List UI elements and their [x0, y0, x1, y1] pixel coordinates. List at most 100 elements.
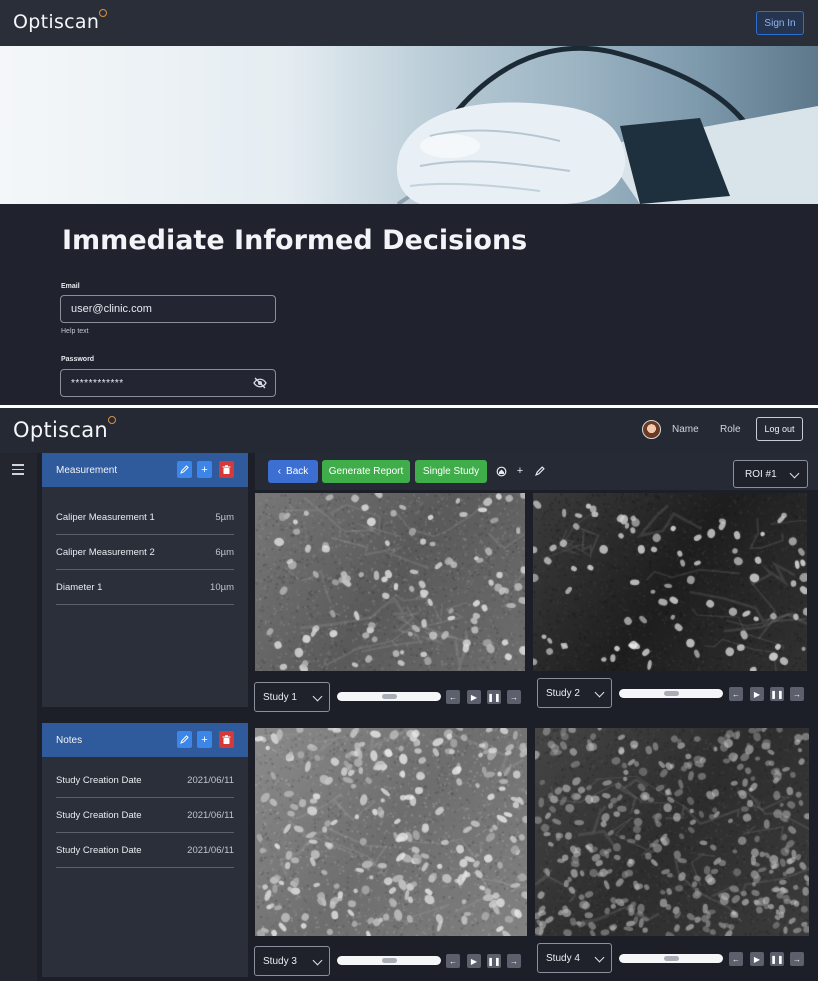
- login-screen: Optiscan Sign In Immediate Informed Deci…: [0, 0, 818, 405]
- study-image-3[interactable]: [255, 728, 527, 936]
- list-item[interactable]: Caliper Measurement 1 5µm: [56, 500, 234, 535]
- study-viewer-app: Optiscan Name Role Log out Measurement +…: [0, 408, 818, 981]
- app-header: Optiscan Name Role Log out: [0, 408, 818, 453]
- logo-text-accent: scan: [58, 418, 109, 442]
- pause-button[interactable]: ❚❚: [487, 690, 501, 704]
- microscopy-image: [255, 493, 525, 671]
- sign-in-button[interactable]: Sign In: [756, 11, 804, 35]
- scrubber-thumb[interactable]: [664, 691, 679, 696]
- frame-scrubber-1[interactable]: [337, 692, 441, 701]
- study-select-1[interactable]: Study 1: [254, 682, 330, 712]
- delete-measurement-button[interactable]: [219, 461, 234, 478]
- measurement-panel-header: Measurement +: [42, 453, 248, 487]
- roi-select[interactable]: ROI #1: [733, 460, 808, 488]
- pause-icon: ❚❚: [770, 689, 784, 699]
- chevron-down-icon: [594, 687, 605, 698]
- avatar[interactable]: [642, 420, 661, 439]
- chevron-left-icon: ‹: [277, 466, 282, 477]
- chevron-down-icon: [312, 955, 323, 966]
- pencil-icon[interactable]: [534, 465, 546, 477]
- edit-note-button[interactable]: [177, 731, 192, 748]
- arrow-right-icon: →: [793, 954, 801, 964]
- single-study-button[interactable]: Single Study: [415, 460, 487, 483]
- arrow-right-icon: →: [793, 689, 801, 699]
- password-field[interactable]: ************: [60, 369, 276, 397]
- delete-note-button[interactable]: [219, 731, 234, 748]
- arrow-left-icon: ←: [449, 692, 457, 702]
- play-button[interactable]: ▶: [467, 954, 481, 968]
- arrow-right-icon: →: [510, 956, 518, 966]
- user-name: Name: [672, 424, 699, 435]
- email-value: user@clinic.com: [71, 303, 152, 315]
- prev-frame-button[interactable]: ←: [446, 954, 460, 968]
- pause-button[interactable]: ❚❚: [770, 952, 784, 966]
- study-select-2[interactable]: Study 2: [537, 678, 612, 708]
- study-image-4[interactable]: [535, 728, 809, 936]
- logout-button[interactable]: Log out: [756, 417, 803, 441]
- notes-panel: Notes + Study Creation Date 2021/06/11 S…: [42, 723, 248, 977]
- frame-scrubber-3[interactable]: [337, 956, 441, 965]
- user-role: Role: [720, 424, 741, 435]
- pause-button[interactable]: ❚❚: [770, 687, 784, 701]
- play-icon: ▶: [753, 954, 761, 964]
- study-image-1[interactable]: [255, 493, 525, 671]
- generate-report-button[interactable]: Generate Report: [322, 460, 410, 483]
- prev-frame-button[interactable]: ←: [729, 687, 743, 701]
- email-field[interactable]: user@clinic.com: [60, 295, 276, 323]
- list-item[interactable]: Diameter 1 10µm: [56, 570, 234, 605]
- play-button[interactable]: ▶: [750, 687, 764, 701]
- eye-off-icon[interactable]: [253, 377, 267, 392]
- arrow-right-icon: →: [510, 692, 518, 702]
- optiscan-logo[interactable]: Optiscan: [13, 9, 108, 33]
- pencil-icon: [180, 735, 189, 744]
- logo-ring-icon: [108, 416, 117, 424]
- play-icon: ▶: [470, 956, 478, 966]
- plus-icon: +: [201, 733, 208, 746]
- plus-icon[interactable]: +: [514, 465, 526, 477]
- study-image-2[interactable]: [533, 493, 807, 671]
- scrubber-thumb[interactable]: [664, 956, 679, 961]
- list-item[interactable]: Study Creation Date 2021/06/11: [56, 763, 234, 798]
- next-frame-button[interactable]: →: [507, 954, 521, 968]
- prev-frame-button[interactable]: ←: [446, 690, 460, 704]
- top-nav-bar: Optiscan Sign In: [0, 0, 818, 46]
- edit-measurement-button[interactable]: [177, 461, 192, 478]
- frame-scrubber-2[interactable]: [619, 689, 723, 698]
- email-label: Email: [61, 283, 80, 290]
- measurement-panel-title: Measurement: [56, 465, 118, 476]
- page-headline: Immediate Informed Decisions: [62, 225, 528, 256]
- chevron-down-icon: [594, 952, 605, 963]
- study-select-3[interactable]: Study 3: [254, 946, 330, 976]
- measurement-panel: Measurement + Caliper Measurement 1 5µm …: [42, 453, 248, 707]
- list-item[interactable]: Study Creation Date 2021/06/11: [56, 833, 234, 868]
- prev-frame-button[interactable]: ←: [729, 952, 743, 966]
- add-note-button[interactable]: +: [197, 731, 212, 748]
- notes-panel-header: Notes +: [42, 723, 248, 757]
- pause-button[interactable]: ❚❚: [487, 954, 501, 968]
- pause-icon: ❚❚: [487, 692, 501, 702]
- scrubber-thumb[interactable]: [382, 958, 397, 963]
- arrow-left-icon: ←: [732, 689, 740, 699]
- study-select-4[interactable]: Study 4: [537, 943, 612, 973]
- logo-text-accent: scan: [53, 11, 100, 33]
- hamburger-menu-icon[interactable]: [12, 464, 24, 475]
- list-item[interactable]: Caliper Measurement 2 6µm: [56, 535, 234, 570]
- chevron-down-icon: [312, 691, 323, 702]
- play-button[interactable]: ▶: [750, 952, 764, 966]
- list-item[interactable]: Study Creation Date 2021/06/11: [56, 798, 234, 833]
- next-frame-button[interactable]: →: [790, 952, 804, 966]
- back-button[interactable]: ‹ Back: [268, 460, 318, 483]
- optiscan-logo[interactable]: Optiscan: [13, 416, 117, 442]
- home-icon[interactable]: [495, 465, 507, 477]
- microscopy-image: [535, 728, 809, 936]
- chevron-down-icon: [789, 468, 800, 479]
- scrubber-thumb[interactable]: [382, 694, 397, 699]
- logo-ring-icon: [99, 9, 108, 17]
- notes-panel-title: Notes: [56, 735, 83, 746]
- next-frame-button[interactable]: →: [790, 687, 804, 701]
- play-button[interactable]: ▶: [467, 690, 481, 704]
- next-frame-button[interactable]: →: [507, 690, 521, 704]
- frame-scrubber-4[interactable]: [619, 954, 723, 963]
- pencil-icon: [180, 465, 189, 474]
- add-measurement-button[interactable]: +: [197, 461, 212, 478]
